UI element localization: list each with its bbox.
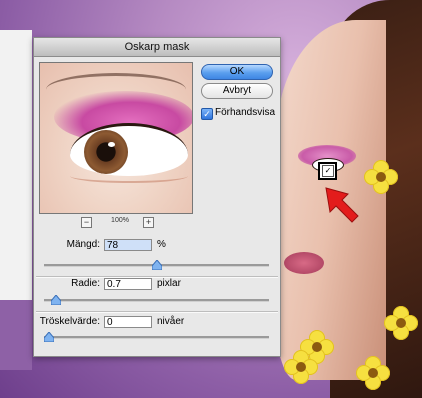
threshold-input[interactable] (104, 316, 152, 328)
dialog-title[interactable]: Oskarp mask (34, 38, 280, 57)
radius-slider-thumb[interactable] (50, 295, 61, 305)
radius-input[interactable] (104, 278, 152, 290)
radius-unit: pixlar (157, 278, 181, 289)
amount-unit: % (157, 239, 166, 250)
threshold-slider[interactable] (44, 332, 269, 342)
radius-row: Radie: pixlar (34, 278, 280, 292)
red-arrow-icon (325, 187, 359, 223)
zoom-target-icon: ✓ (318, 162, 337, 180)
zoom-controls: − 100% + (39, 216, 191, 230)
threshold-unit: nivåer (157, 316, 185, 327)
zoom-out-icon[interactable]: − (81, 217, 92, 228)
amount-slider-thumb[interactable] (152, 260, 162, 270)
ok-button[interactable]: OK (201, 64, 273, 80)
checkbox-check-icon[interactable]: ✓ (201, 108, 213, 120)
flower-decoration (384, 306, 418, 340)
flower-decoration (364, 160, 398, 194)
divider (36, 311, 278, 313)
radius-slider[interactable] (44, 295, 269, 305)
preview-checkbox[interactable]: ✓ Förhandsvisa (201, 107, 281, 121)
flower-decoration (356, 356, 390, 390)
zoom-level: 100% (111, 217, 129, 224)
threshold-row: Tröskelvärde: nivåer (34, 316, 280, 330)
left-panel-background (0, 30, 32, 300)
unsharp-mask-dialog: Oskarp mask − 100% + OK Avbryt ✓ Förhand… (33, 37, 281, 357)
threshold-label: Tröskelvärde: (39, 316, 100, 327)
left-panel-lower (0, 300, 32, 370)
preview-label: Förhandsvisa (215, 107, 276, 118)
threshold-slider-thumb[interactable] (44, 332, 54, 342)
preview-image[interactable] (39, 62, 193, 214)
lips (284, 252, 324, 274)
zoom-in-icon[interactable]: + (143, 217, 154, 228)
amount-label: Mängd: (66, 239, 100, 250)
amount-input[interactable] (104, 239, 152, 251)
radius-label: Radie: (71, 278, 100, 289)
flower-decoration (284, 350, 318, 384)
cancel-button[interactable]: Avbryt (201, 83, 273, 99)
amount-slider[interactable] (44, 260, 269, 270)
amount-row: Mängd: % (34, 239, 280, 253)
